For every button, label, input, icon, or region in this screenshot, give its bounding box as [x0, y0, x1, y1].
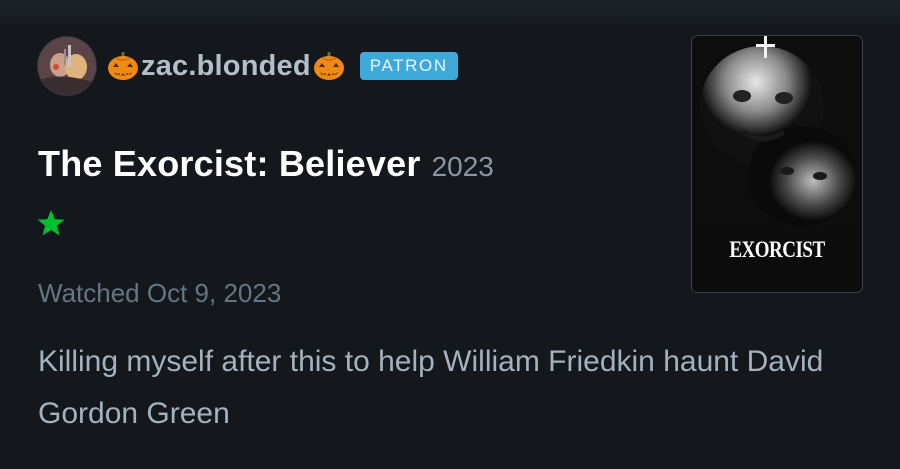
- username-row[interactable]: zac.blonded PATRON: [106, 46, 458, 86]
- film-year[interactable]: 2023: [432, 151, 494, 183]
- poster-title: EXORCIST: [729, 237, 825, 263]
- jack-o-lantern-icon: [313, 52, 344, 80]
- watched-date: Watched Oct 9, 2023: [38, 278, 282, 308]
- review-body: Killing myself after this to help Willia…: [38, 345, 824, 430]
- film-poster[interactable]: EXORCIST: [692, 36, 862, 292]
- review-card: zac.blonded PATRON The Exorcist: Believe…: [0, 0, 900, 469]
- username[interactable]: zac.blonded: [141, 51, 311, 81]
- film-heading: The Exorcist: Believer 2023: [38, 143, 494, 185]
- patron-badge: PATRON: [359, 51, 458, 81]
- jack-o-lantern-icon: [108, 52, 138, 80]
- star-icon: [37, 210, 65, 236]
- user-avatar[interactable]: [38, 37, 96, 95]
- film-title[interactable]: The Exorcist: Believer: [38, 143, 421, 185]
